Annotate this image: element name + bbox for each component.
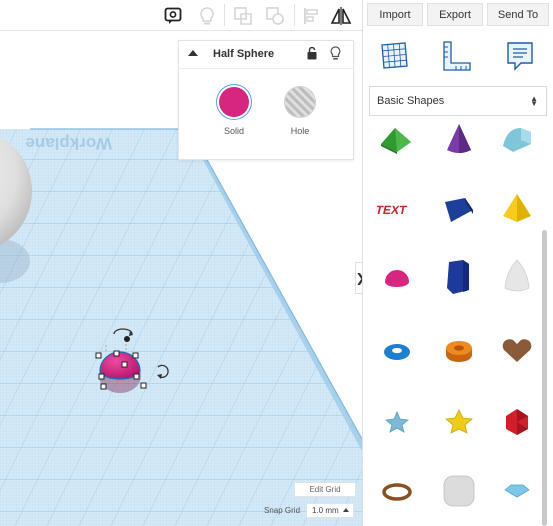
import-button[interactable]: Import [367, 3, 423, 26]
edit-grid-button[interactable]: Edit Grid [294, 482, 356, 497]
shape-group-icon[interactable] [230, 3, 256, 28]
hole-button[interactable] [285, 87, 315, 117]
shape-torus[interactable] [377, 330, 417, 370]
collapse-icon[interactable] [188, 50, 198, 56]
select-caret-icon: ▲ ▼ [530, 94, 538, 108]
snap-grid-value: 1.0 mm [312, 506, 339, 515]
inspector-header: Half Sphere [179, 41, 353, 69]
right-panel: Import Export Send To Basic Shapes ▲ ▼ TE… [362, 0, 553, 526]
svg-text:TEXT: TEXT [377, 203, 408, 217]
bulb-icon[interactable] [194, 3, 220, 28]
mirror-icon[interactable] [328, 3, 354, 28]
solid-color-button[interactable] [219, 87, 249, 117]
shape-ring[interactable] [377, 470, 417, 510]
solid-label: Solid [223, 126, 244, 136]
shape-polygon-box[interactable] [439, 190, 479, 230]
duplicate-icon[interactable] [262, 3, 288, 28]
note-icon[interactable] [160, 3, 186, 28]
shapes-grid: TEXT [363, 120, 543, 526]
ruler-icon[interactable] [440, 38, 474, 74]
send-to-button[interactable]: Send To [487, 3, 549, 26]
export-button[interactable]: Export [427, 3, 483, 26]
shape-icosahedron[interactable] [497, 402, 537, 442]
shape-pyramid[interactable] [497, 190, 537, 230]
workplane-grid-icon[interactable] [377, 38, 411, 74]
top-toolbar [0, 0, 362, 31]
workplane-label: Workplane [25, 134, 112, 153]
inspector-title: Half Sphere [213, 48, 275, 60]
shape-star-2[interactable] [439, 402, 479, 442]
caret-up-icon [343, 508, 349, 512]
shape-rounded-box[interactable] [439, 470, 479, 510]
shape-inspector: Half Sphere Solid Hole [178, 40, 354, 160]
notes-icon[interactable] [503, 38, 537, 74]
shape-cone[interactable] [439, 120, 479, 160]
shape-heart[interactable] [497, 330, 537, 370]
shape-roof[interactable] [377, 120, 417, 160]
workplane-viewport[interactable]: Workplane Half Sphere Solid Hole Edit Gr… [0, 31, 362, 526]
shape-star[interactable] [377, 402, 417, 442]
align-icon[interactable] [298, 3, 324, 28]
hole-label: Hole [290, 126, 310, 136]
shape-half-sphere[interactable] [377, 256, 417, 296]
shape-polygon[interactable] [439, 256, 479, 296]
shape-gem[interactable] [497, 470, 537, 510]
shape-category-select[interactable]: Basic Shapes ▲ ▼ [369, 86, 547, 116]
shape-paraboloid[interactable] [497, 256, 537, 296]
lock-icon[interactable] [307, 46, 317, 63]
shape-category-value: Basic Shapes [377, 95, 445, 107]
shape-text[interactable]: TEXT [374, 190, 417, 230]
shape-round-roof[interactable] [497, 120, 537, 160]
bulb-icon[interactable] [330, 46, 341, 64]
snap-grid-select[interactable]: 1.0 mm [306, 503, 354, 518]
shapes-scrollbar[interactable] [542, 230, 547, 526]
snap-grid-label: Snap Grid [264, 506, 301, 515]
shape-tube[interactable] [439, 330, 479, 370]
